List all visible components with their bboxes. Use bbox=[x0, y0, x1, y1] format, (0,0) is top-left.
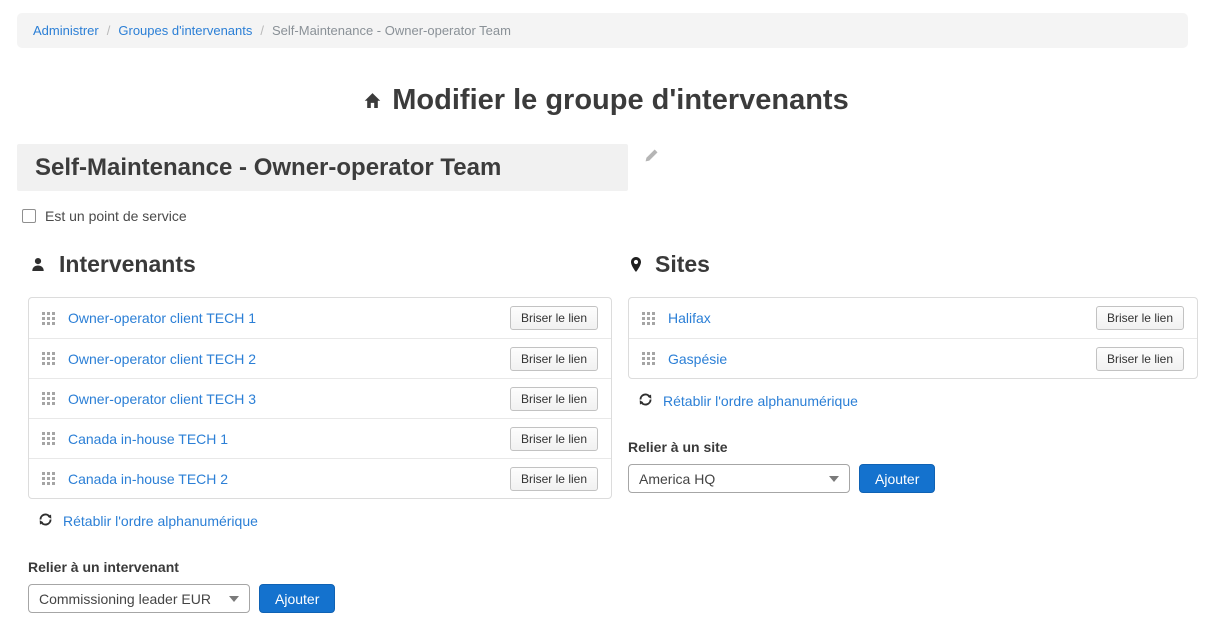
breadcrumb-separator: / bbox=[107, 23, 111, 38]
drag-handle-icon[interactable] bbox=[42, 312, 55, 325]
breadcrumb-separator: / bbox=[260, 23, 264, 38]
reset-order-sites-label: Rétablir l'ordre alphanumérique bbox=[663, 393, 858, 409]
add-intervenant-button[interactable]: Ajouter bbox=[259, 584, 335, 613]
drag-handle-icon[interactable] bbox=[42, 432, 55, 445]
intervenant-select[interactable]: Commissioning leader EUR bbox=[28, 584, 250, 613]
sites-header: Sites bbox=[630, 251, 1198, 278]
reset-order-intervenants-link[interactable]: Rétablir l'ordre alphanumérique bbox=[38, 512, 258, 530]
link-site-block: Relier à un site America HQ Ajouter bbox=[628, 439, 1198, 493]
chevron-down-icon bbox=[229, 596, 239, 602]
edit-pencil-icon[interactable] bbox=[644, 148, 659, 168]
link-site-label: Relier à un site bbox=[628, 439, 1198, 455]
unlink-button[interactable]: Briser le lien bbox=[1096, 306, 1184, 330]
group-name: Self-Maintenance - Owner-operator Team bbox=[17, 144, 628, 191]
intervenants-title: Intervenants bbox=[59, 251, 196, 278]
reset-order-sites-link[interactable]: Rétablir l'ordre alphanumérique bbox=[638, 392, 858, 410]
unlink-button[interactable]: Briser le lien bbox=[510, 387, 598, 411]
intervenant-link[interactable]: Owner-operator client TECH 1 bbox=[68, 310, 510, 326]
site-row: Halifax Briser le lien bbox=[629, 298, 1197, 338]
drag-handle-icon[interactable] bbox=[42, 472, 55, 485]
chevron-down-icon bbox=[829, 476, 839, 482]
intervenant-row: Owner-operator client TECH 2 Briser le l… bbox=[29, 338, 611, 378]
link-intervenant-label: Relier à un intervenant bbox=[28, 559, 612, 575]
map-pin-icon bbox=[630, 256, 642, 273]
intervenant-link[interactable]: Canada in-house TECH 1 bbox=[68, 431, 510, 447]
service-point-label: Est un point de service bbox=[45, 208, 187, 224]
page-title-text: Modifier le groupe d'intervenants bbox=[392, 84, 848, 117]
drag-handle-icon[interactable] bbox=[642, 312, 655, 325]
breadcrumb-link-administrer[interactable]: Administrer bbox=[33, 23, 99, 38]
person-icon bbox=[30, 256, 46, 273]
service-point-row: Est un point de service bbox=[22, 208, 1213, 224]
refresh-icon bbox=[638, 392, 653, 410]
unlink-button[interactable]: Briser le lien bbox=[510, 306, 598, 330]
unlink-button[interactable]: Briser le lien bbox=[510, 467, 598, 491]
intervenant-row: Owner-operator client TECH 1 Briser le l… bbox=[29, 298, 611, 338]
intervenant-row: Canada in-house TECH 2 Briser le lien bbox=[29, 458, 611, 498]
breadcrumb-current: Self-Maintenance - Owner-operator Team bbox=[272, 23, 511, 38]
site-link[interactable]: Halifax bbox=[668, 310, 1096, 326]
reset-order-intervenants-label: Rétablir l'ordre alphanumérique bbox=[63, 513, 258, 529]
group-name-row: Self-Maintenance - Owner-operator Team bbox=[17, 144, 1213, 191]
link-intervenant-block: Relier à un intervenant Commissioning le… bbox=[28, 559, 612, 613]
intervenant-link[interactable]: Canada in-house TECH 2 bbox=[68, 471, 510, 487]
sites-list: Halifax Briser le lien Gaspésie Briser l… bbox=[628, 297, 1198, 379]
intervenant-link[interactable]: Owner-operator client TECH 3 bbox=[68, 391, 510, 407]
intervenant-select-value: Commissioning leader EUR bbox=[39, 591, 211, 607]
site-select[interactable]: America HQ bbox=[628, 464, 850, 493]
drag-handle-icon[interactable] bbox=[42, 352, 55, 365]
site-link[interactable]: Gaspésie bbox=[668, 351, 1096, 367]
drag-handle-icon[interactable] bbox=[42, 392, 55, 405]
site-row: Gaspésie Briser le lien bbox=[629, 338, 1197, 378]
unlink-button[interactable]: Briser le lien bbox=[510, 347, 598, 371]
breadcrumb-link-groupes[interactable]: Groupes d'intervenants bbox=[118, 23, 252, 38]
intervenant-row: Owner-operator client TECH 3 Briser le l… bbox=[29, 378, 611, 418]
sites-section: Sites Halifax Briser le lien bbox=[628, 251, 1198, 493]
refresh-icon bbox=[38, 512, 53, 530]
site-select-value: America HQ bbox=[639, 471, 715, 487]
breadcrumb: Administrer / Groupes d'intervenants / S… bbox=[17, 13, 1188, 48]
intervenant-link[interactable]: Owner-operator client TECH 2 bbox=[68, 351, 510, 367]
intervenants-section: Intervenants Owner-operator client TECH … bbox=[28, 251, 612, 613]
unlink-button[interactable]: Briser le lien bbox=[1096, 347, 1184, 371]
sites-title: Sites bbox=[655, 251, 710, 278]
unlink-button[interactable]: Briser le lien bbox=[510, 427, 598, 451]
add-site-button[interactable]: Ajouter bbox=[859, 464, 935, 493]
intervenants-header: Intervenants bbox=[30, 251, 612, 278]
service-point-checkbox[interactable] bbox=[22, 209, 36, 223]
home-icon bbox=[364, 92, 381, 109]
intervenants-list: Owner-operator client TECH 1 Briser le l… bbox=[28, 297, 612, 499]
intervenant-row: Canada in-house TECH 1 Briser le lien bbox=[29, 418, 611, 458]
page-title: Modifier le groupe d'intervenants bbox=[0, 84, 1213, 117]
drag-handle-icon[interactable] bbox=[642, 352, 655, 365]
